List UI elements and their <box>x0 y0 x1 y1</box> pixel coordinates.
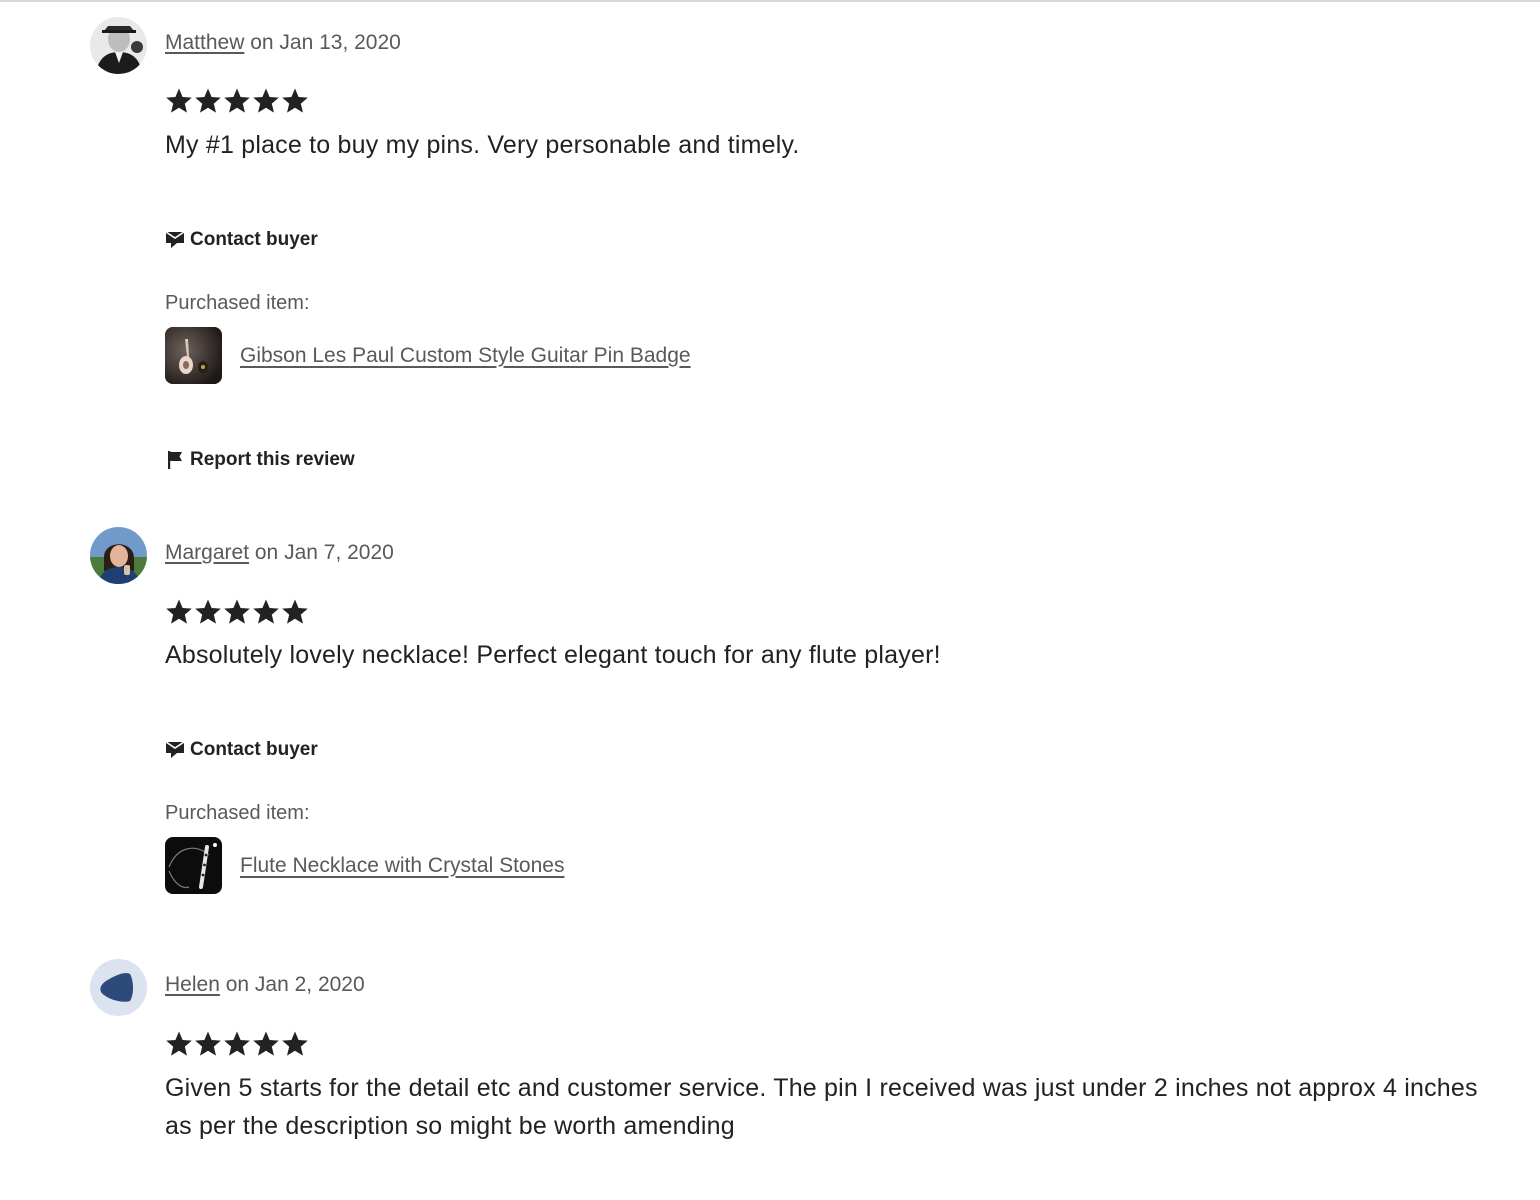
message-icon <box>165 741 185 758</box>
report-review-button[interactable]: Report this review <box>165 449 355 471</box>
reviewer-name-link[interactable]: Matthew <box>165 31 244 54</box>
review-text: My #1 place to buy my pins. Very persona… <box>165 131 800 159</box>
star-icon <box>166 1031 192 1056</box>
avatar[interactable] <box>90 959 147 1016</box>
star-icon <box>253 88 279 113</box>
review-date: on Jan 7, 2020 <box>254 541 394 564</box>
star-icon <box>195 599 221 624</box>
purchased-item-label: Purchased item: <box>165 802 310 824</box>
review-byline: Helen on Jan 2, 2020 <box>165 973 365 997</box>
purchased-item-link[interactable]: Flute Necklace with Crystal Stones <box>240 854 564 878</box>
review-byline: Matthew on Jan 13, 2020 <box>165 31 401 55</box>
contact-buyer-button[interactable]: Contact buyer <box>165 229 318 251</box>
contact-buyer-button[interactable]: Contact buyer <box>165 739 318 761</box>
top-divider <box>0 0 1540 2</box>
review-text: Given 5 starts for the detail etc and cu… <box>165 1074 1478 1140</box>
contact-buyer-label: Contact buyer <box>190 229 318 250</box>
star-rating <box>165 598 309 626</box>
star-icon <box>195 88 221 113</box>
star-icon <box>195 1031 221 1056</box>
star-icon <box>166 599 192 624</box>
review-date: on Jan 2, 2020 <box>225 973 365 996</box>
review-date: on Jan 13, 2020 <box>250 31 401 54</box>
reviewer-name-link[interactable]: Helen <box>165 973 220 996</box>
avatar[interactable] <box>90 17 147 74</box>
item-thumbnail[interactable] <box>165 327 222 384</box>
review-byline: Margaret on Jan 7, 2020 <box>165 541 394 565</box>
contact-buyer-label: Contact buyer <box>190 739 318 760</box>
star-icon <box>224 1031 250 1056</box>
reviewer-name-link[interactable]: Margaret <box>165 541 249 564</box>
star-rating <box>165 87 309 115</box>
star-rating <box>165 1030 309 1058</box>
star-icon <box>282 1031 308 1056</box>
star-icon <box>166 88 192 113</box>
star-icon <box>224 88 250 113</box>
review-text: Absolutely lovely necklace! Perfect eleg… <box>165 641 941 669</box>
purchased-item-label: Purchased item: <box>165 292 310 314</box>
report-review-label: Report this review <box>190 449 355 470</box>
star-icon <box>282 88 308 113</box>
flag-icon <box>168 451 182 469</box>
star-icon <box>253 1031 279 1056</box>
avatar[interactable] <box>90 527 147 584</box>
star-icon <box>224 599 250 624</box>
purchased-item: Flute Necklace with Crystal Stones <box>165 837 564 894</box>
star-icon <box>253 599 279 624</box>
message-icon <box>165 231 185 248</box>
star-icon <box>282 599 308 624</box>
purchased-item-link[interactable]: Gibson Les Paul Custom Style Guitar Pin … <box>240 344 691 368</box>
purchased-item: Gibson Les Paul Custom Style Guitar Pin … <box>165 327 691 384</box>
item-thumbnail[interactable] <box>165 837 222 894</box>
